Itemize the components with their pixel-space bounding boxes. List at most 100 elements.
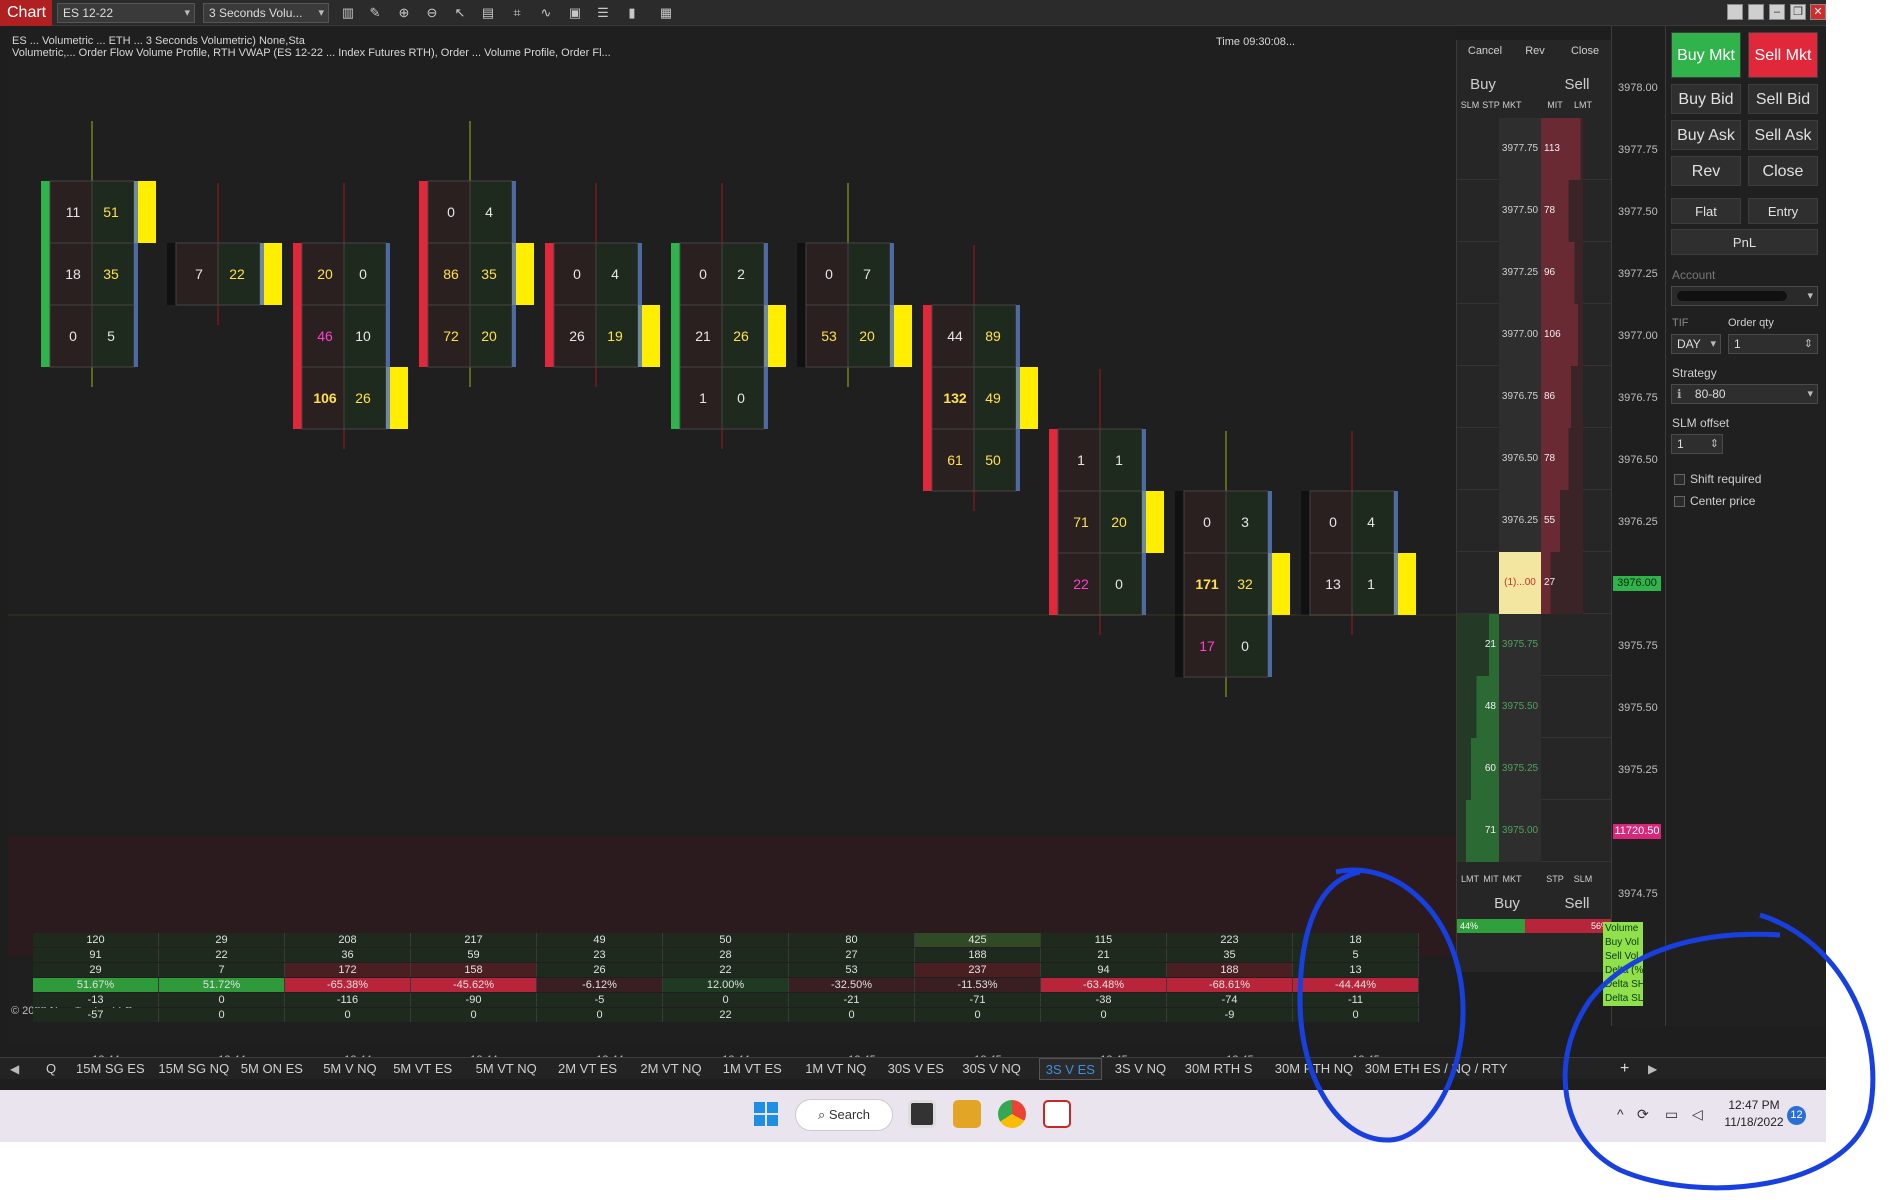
ladder-row[interactable]: 3976.25 55 [1457,490,1612,552]
buy-bid-button[interactable]: Buy Bid [1671,84,1741,114]
chart-tab[interactable]: 1M VT ES [717,1058,788,1080]
chart-tab[interactable]: 3S V NQ [1109,1058,1172,1080]
close-icon[interactable]: ✕ [1810,4,1826,20]
chart-trader-icon[interactable]: ▮ [623,4,641,22]
sync-icon[interactable]: ⟳ [1637,1106,1649,1123]
ladder-price-cell[interactable]: 3976.50 [1499,428,1541,490]
ladder-price-cell[interactable]: 3977.75 [1499,118,1541,180]
ladder-price-cell[interactable]: 3976.75 [1499,366,1541,428]
account-select[interactable]: ▾ [1671,286,1818,306]
tif-select[interactable]: DAY ▾ [1671,334,1721,354]
sell-bid-button[interactable]: Sell Bid [1748,84,1818,114]
period-select[interactable]: 3 Seconds Volu... ▾ [203,3,329,23]
ladder-row[interactable]: 3977.00 106 [1457,304,1612,366]
ladder-bid-size[interactable]: 48 [1457,676,1499,738]
footprint-chart[interactable]: 11 51 18 35 0 5 7 22 20 0 46 10 106 26 0 4 86 35 72 20 0 4 26 1… [8,26,1456,1066]
chart-tab[interactable]: 30M RTH S [1179,1058,1259,1080]
ladder-price-cell[interactable]: 3975.75 [1499,614,1541,676]
chart-tab[interactable]: 15M SG NQ [152,1058,235,1080]
info-icon[interactable]: ℹ [1677,387,1682,401]
ladder-ask-size[interactable]: 78 [1541,180,1583,242]
dom-ladder[interactable]: Cancel Rev Close Buy Sell SLM STP MKT MIT LM… [1456,40,1649,972]
workspace-icon[interactable] [1727,4,1743,20]
ladder-ask-size[interactable]: 78 [1541,428,1583,490]
chrome-icon[interactable] [998,1100,1026,1128]
ladder-price-cell[interactable]: 3975.25 [1499,738,1541,800]
add-tab-icon[interactable]: + [1620,1058,1629,1080]
chart-tab[interactable]: 5M V NQ [317,1058,382,1080]
ladder-ask-size[interactable]: 96 [1541,242,1583,304]
ladder-row[interactable]: (1)...00 27 [1457,552,1612,614]
price-axis[interactable]: 3978.00 3977.75 3977.50 3977.25 3977.00 3976.… [1611,26,1665,1026]
scroll-right-icon[interactable]: ▶ [1648,1058,1657,1080]
pencil-icon[interactable]: ✎ [366,4,384,22]
ladder-ask-size[interactable]: 106 [1541,304,1583,366]
order-qty-field[interactable]: 1 ⇕ [1728,334,1818,354]
tile-icon[interactable] [1748,4,1764,20]
ladder-bid-size[interactable]: 21 [1457,614,1499,676]
clock-time[interactable]: 12:47 PM [1720,1098,1788,1112]
chart-tab[interactable]: 5M VT ES [387,1058,458,1080]
clock-date[interactable]: 11/18/2022 [1720,1115,1788,1129]
notification-badge[interactable]: 12 [1787,1106,1806,1125]
ladder-price-cell[interactable]: 3976.25 [1499,490,1541,552]
data-box-icon[interactable]: ▤ [479,4,497,22]
spinner-icon[interactable]: ⇕ [1710,435,1719,453]
zoom-in-icon[interactable]: ⊕ [395,4,413,22]
restore-icon[interactable]: ❐ [1790,4,1806,20]
pointer-icon[interactable]: ↖ [451,4,469,22]
windows-start-icon[interactable] [752,1100,780,1128]
ninjatrader-icon[interactable] [1043,1100,1071,1128]
ladder-price-cell[interactable]: 3977.50 [1499,180,1541,242]
strategies-icon[interactable]: ⌗ [508,4,526,22]
chart-tab[interactable]: Q [40,1058,62,1080]
slm-offset-field[interactable]: 1 ⇕ [1671,434,1723,454]
ladder-price-cell[interactable]: 3975.00 [1499,800,1541,862]
ladder-price-cell[interactable]: (1)...00 [1499,552,1541,614]
ladder-row[interactable]: 3975.50 48 [1457,676,1612,738]
instrument-select[interactable]: ES 12-22 ▾ [57,3,195,23]
rev-button[interactable]: Rev [1513,45,1557,57]
spinner-icon[interactable]: ⇕ [1804,335,1813,353]
chart-tab[interactable]: 15M SG ES [70,1058,151,1080]
shift-required-checkbox[interactable] [1674,474,1685,485]
chart-tab[interactable]: 3S V ES [1038,1058,1102,1080]
ladder-bid-size[interactable]: 60 [1457,738,1499,800]
close-button[interactable]: Close [1748,156,1818,186]
cancel-button[interactable]: Cancel [1463,45,1507,57]
ladder-row[interactable]: 3975.00 71 [1457,800,1612,862]
file-explorer-icon[interactable] [953,1100,981,1128]
chart-tab[interactable]: 30S V NQ [956,1058,1027,1080]
network-icon[interactable]: ▭ [1665,1106,1678,1123]
tray-chevron-icon[interactable]: ^ [1617,1106,1624,1122]
ladder-row[interactable]: 3976.50 78 [1457,428,1612,490]
minimize-icon[interactable]: – [1769,4,1785,20]
close-position-button[interactable]: Close [1563,45,1607,57]
list-icon[interactable]: ☰ [594,4,612,22]
chart-tab[interactable]: 2M VT NQ [634,1058,707,1080]
reverse-button[interactable]: Rev [1671,156,1741,186]
ladder-price-cell[interactable]: 3975.50 [1499,676,1541,738]
strategy-select[interactable]: ℹ 80-80 ▾ [1671,384,1818,404]
chart-tab[interactable]: 30M ETH ES / NQ / RTY [1359,1058,1514,1080]
ladder-price-cell[interactable]: 3977.00 [1499,304,1541,366]
sell-market-button[interactable]: Sell Mkt [1748,32,1818,78]
ladder-ask-size[interactable]: 55 [1541,490,1583,552]
ladder-row[interactable]: 3975.25 60 [1457,738,1612,800]
bar-type-icon[interactable]: ▥ [339,4,357,22]
zoom-out-icon[interactable]: ⊖ [423,4,441,22]
task-view-icon[interactable] [908,1100,936,1128]
ladder-ask-size[interactable]: 113 [1541,118,1583,180]
chart-tab[interactable]: 30M RTH NQ [1269,1058,1360,1080]
taskbar-search[interactable]: ⌕ Search [795,1099,893,1131]
chart-tab[interactable]: 2M VT ES [552,1058,623,1080]
indicators-icon[interactable]: ∿ [537,4,555,22]
buy-ask-button[interactable]: Buy Ask [1671,120,1741,150]
grid-icon[interactable]: ▦ [657,4,675,22]
center-price-checkbox[interactable] [1674,496,1685,507]
ladder-row[interactable]: 3977.75 113 [1457,118,1612,180]
ladder-bid-size[interactable]: 71 [1457,800,1499,862]
chart-tab[interactable]: 30S V ES [882,1058,950,1080]
ladder-row[interactable]: 3977.50 78 [1457,180,1612,242]
chart-tab[interactable]: 1M VT NQ [799,1058,872,1080]
